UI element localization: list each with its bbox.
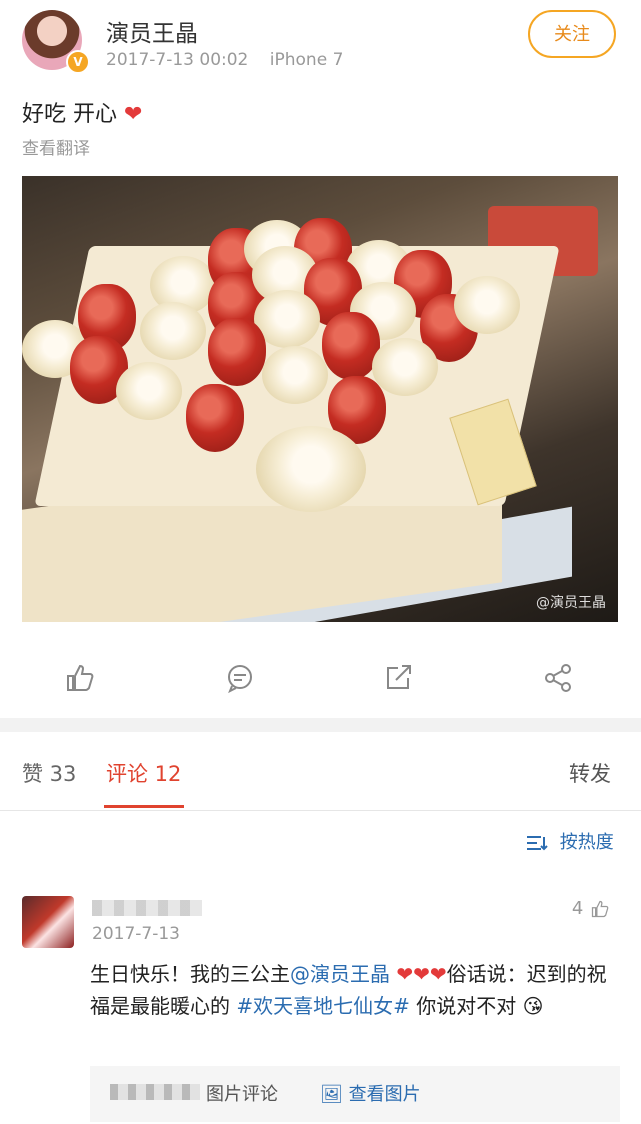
post-text-content: 好吃 开心 bbox=[22, 102, 117, 127]
cake-strawberry bbox=[186, 384, 244, 452]
action-bar bbox=[0, 642, 641, 714]
sort-toggle[interactable]: 按热度 bbox=[526, 828, 614, 854]
cake-rose bbox=[454, 276, 520, 334]
author-name[interactable]: 演员王晶 bbox=[106, 14, 198, 48]
cake-rose bbox=[140, 302, 206, 360]
post-device: iPhone 7 bbox=[269, 50, 344, 70]
tab-likes[interactable]: 赞 33 bbox=[22, 758, 76, 788]
image-icon: 🖼 bbox=[320, 1084, 343, 1105]
follow-button[interactable]: 关注 bbox=[528, 10, 616, 58]
cake-rose bbox=[256, 426, 366, 512]
commenter-name-blurred[interactable] bbox=[92, 900, 202, 916]
active-tab-indicator bbox=[104, 805, 184, 808]
cake-strawberry bbox=[208, 318, 266, 386]
photo-watermark: @演员王晶 bbox=[536, 595, 606, 611]
image-commenter-blurred bbox=[110, 1084, 200, 1100]
comment-like-button[interactable]: 4 bbox=[572, 898, 611, 919]
cake-rose bbox=[372, 338, 438, 396]
like-icon bbox=[591, 900, 609, 918]
post-time: 2017-7-13 00:02 bbox=[106, 50, 249, 70]
tab-reposts[interactable]: 转发 bbox=[569, 758, 611, 788]
repost-icon[interactable] bbox=[382, 662, 414, 694]
like-icon[interactable] bbox=[64, 662, 96, 694]
image-comment-bar: 图片评论 🖼 查看图片 bbox=[90, 1066, 620, 1122]
cake-rose bbox=[262, 346, 328, 404]
heart-icon: ❤ bbox=[124, 102, 143, 127]
comment-text-part: 你说对不对 bbox=[409, 994, 517, 1018]
comment-icon[interactable] bbox=[224, 662, 256, 694]
post-text: 好吃 开心 ❤ bbox=[22, 96, 142, 128]
sort-icon bbox=[527, 836, 548, 851]
comment-like-count: 4 bbox=[571, 898, 584, 919]
feedback-tabs: 赞 33 评论 12 转发 bbox=[0, 732, 641, 811]
comment-date: 2017-7-13 bbox=[92, 924, 180, 944]
commenter-avatar[interactable] bbox=[22, 896, 74, 948]
comment-text: 生日快乐！我的三公主@演员王晶 ❤❤❤俗话说：迟到的祝福是最能暖心的 #欢天喜地… bbox=[90, 958, 620, 1022]
tab-comments[interactable]: 评论 12 bbox=[106, 758, 181, 788]
heart-icon: ❤❤❤ bbox=[396, 962, 447, 986]
kiss-emoji-icon: 😘 bbox=[522, 994, 544, 1018]
post-photo[interactable]: @演员王晶 bbox=[22, 176, 618, 622]
view-image-label: 查看图片 bbox=[348, 1084, 421, 1105]
share-icon[interactable] bbox=[542, 662, 574, 694]
section-divider bbox=[0, 718, 641, 732]
translate-link[interactable]: 查看翻译 bbox=[22, 134, 90, 159]
image-comment-label: 图片评论 bbox=[206, 1084, 278, 1105]
sort-label: 按热度 bbox=[559, 832, 614, 853]
verified-badge-icon: V bbox=[66, 50, 90, 74]
post-header: V 演员王晶 2017-7-13 00:02 iPhone 7 关注 bbox=[0, 0, 641, 90]
comment-text-part: 生日快乐！我的三公主 bbox=[90, 962, 290, 986]
view-image-link[interactable]: 🖼 查看图片 bbox=[320, 1080, 421, 1106]
post-meta: 2017-7-13 00:02 iPhone 7 bbox=[106, 50, 343, 70]
topic-link[interactable]: #欢天喜地七仙女# bbox=[236, 994, 410, 1018]
cake-rose bbox=[116, 362, 182, 420]
mention-link[interactable]: @演员王晶 bbox=[290, 962, 390, 986]
